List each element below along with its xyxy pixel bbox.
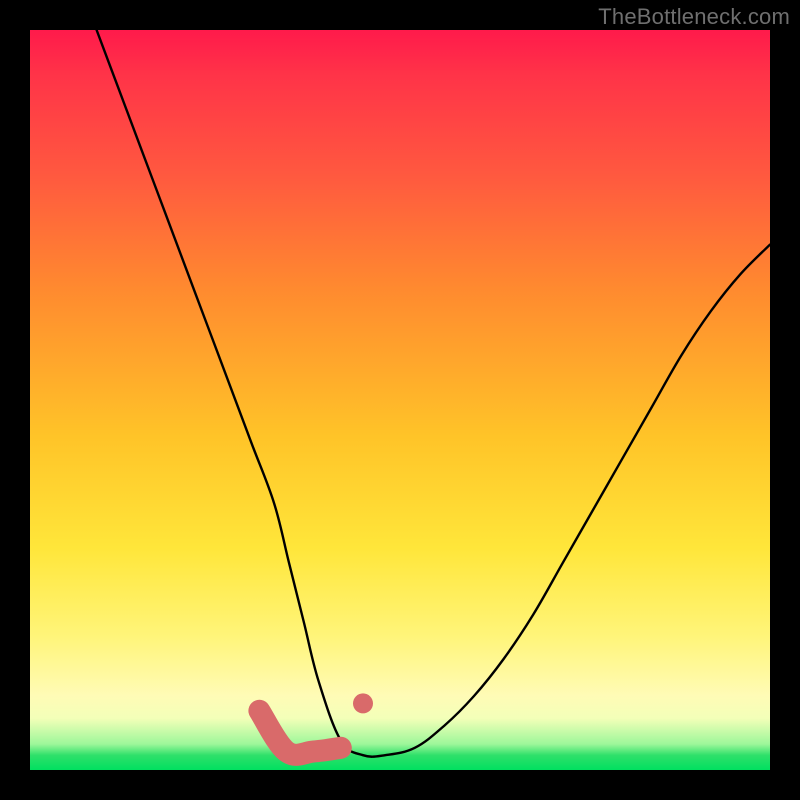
marker-dot <box>353 693 373 713</box>
chart-overlay <box>30 30 770 770</box>
marker-worm <box>259 711 340 755</box>
watermark-text: TheBottleneck.com <box>598 4 790 30</box>
chart-frame: TheBottleneck.com <box>0 0 800 800</box>
bottleneck-curve <box>97 30 770 757</box>
